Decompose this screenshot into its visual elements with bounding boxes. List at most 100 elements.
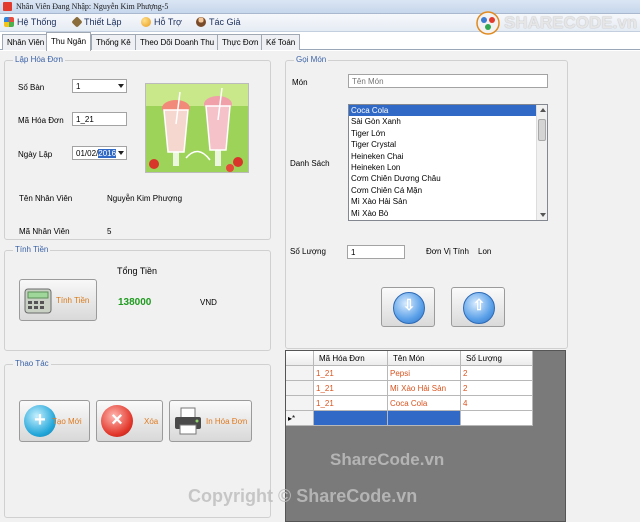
table-cell[interactable] — [461, 411, 533, 425]
total-label: Tổng Tiền — [117, 266, 158, 276]
delete-button[interactable]: × Xóa — [96, 400, 163, 442]
move-up-button[interactable]: ⇧ — [451, 287, 505, 327]
list-item[interactable]: Tiger Crystal — [349, 139, 547, 150]
menu-label: Hệ Thống — [17, 17, 57, 27]
table-cell[interactable]: 2 — [461, 381, 533, 395]
tab-theo-doi-doanh-thu[interactable]: Theo Dõi Doanh Thu — [135, 34, 220, 50]
invoice-group: Lập Hóa Đơn Số Bàn 1 Mã Hóa Đơn 1_21 Ngà… — [4, 55, 271, 240]
new-invoice-button[interactable]: + Tạo Mới — [19, 400, 90, 442]
column-header[interactable]: Tên Món — [388, 351, 461, 365]
close-icon: × — [101, 405, 133, 437]
tab-content-thu-ngan: Lập Hóa Đơn Số Bàn 1 Mã Hóa Đơn 1_21 Ngà… — [0, 51, 640, 522]
list-item[interactable]: Mì Xào Hải Sản — [349, 196, 547, 207]
list-item[interactable]: Cơm Chiên Dương Châu — [349, 173, 547, 184]
person-icon — [196, 17, 206, 27]
menu-tac-gia[interactable]: Tác Giả — [196, 17, 241, 27]
list-item[interactable]: Tiger Lớn — [349, 128, 547, 139]
list-item[interactable]: Mì Xào Bò — [349, 208, 547, 219]
group-title: Gọi Món — [294, 55, 329, 64]
row-header-corner — [286, 351, 314, 365]
new-invoice-label: Tạo Mới — [52, 417, 82, 426]
delete-label: Xóa — [144, 417, 159, 426]
table-cell[interactable]: 1_21 — [314, 366, 388, 380]
scroll-down-icon[interactable] — [540, 213, 546, 217]
row-header[interactable] — [286, 396, 314, 410]
window-title: Nhân Viên Đang Nhập: Nguyễn Kim Phượng-5 — [16, 2, 169, 11]
table-cell[interactable] — [388, 411, 461, 425]
tab-thu-ngan[interactable]: Thu Ngân — [46, 32, 92, 51]
table-cell[interactable]: 4 — [461, 396, 533, 410]
row-header[interactable] — [286, 366, 314, 380]
list-item[interactable]: Coca Cola — [349, 105, 547, 117]
list-item[interactable]: Heineken Lon — [349, 162, 547, 173]
table-row[interactable]: 1_21 Mì Xào Hải Sản 2 — [286, 381, 533, 396]
table-cell[interactable]: Pepsi — [388, 366, 461, 380]
menu-label: Hỗ Trợ — [154, 17, 182, 27]
windows-flag-icon — [4, 17, 14, 27]
sharecode-logo: SHARECODE.vn — [476, 11, 638, 35]
list-item[interactable]: Sài Gòn Xanh — [349, 116, 547, 127]
employee-name-value: Nguyễn Kim Phượng — [107, 194, 183, 203]
dish-search-input[interactable] — [348, 74, 548, 88]
table-row[interactable]: 1_21 Pepsi 2 — [286, 366, 533, 381]
tab-ke-toan[interactable]: Kế Toán — [261, 34, 301, 50]
chevron-down-icon — [118, 151, 124, 155]
tools-icon — [71, 16, 83, 28]
tab-thong-ke[interactable]: Thống Kê — [91, 34, 136, 50]
new-row-marker[interactable]: ▸* — [286, 411, 314, 425]
table-no-select[interactable]: 1 — [72, 79, 127, 93]
calculator-icon — [24, 288, 52, 314]
payment-group: Tính Tiền Tổng Tiền Tính Tiền 138000 VND — [4, 245, 271, 351]
tab-nhan-vien[interactable]: Nhân Viên — [2, 34, 50, 50]
table-cell[interactable]: Mì Xào Hải Sản — [388, 381, 461, 395]
table-cell[interactable]: Coca Cola — [388, 396, 461, 410]
arrow-down-glyph: ⇩ — [402, 297, 416, 314]
menu-he-thong[interactable]: Hệ Thống — [4, 17, 56, 27]
scroll-up-icon[interactable] — [540, 108, 546, 112]
menu-ho-tro[interactable]: Hỗ Trợ — [141, 17, 182, 27]
table-row[interactable]: 1_21 Coca Cola 4 — [286, 396, 533, 411]
calculate-button[interactable]: Tính Tiền — [19, 279, 97, 321]
print-invoice-button[interactable]: In Hóa Đơn — [169, 400, 252, 442]
list-item[interactable]: Heineken Chai — [349, 151, 547, 162]
menu-list-label: Danh Sách — [290, 159, 330, 168]
table-cell[interactable]: 2 — [461, 366, 533, 380]
grid-table: Mã Hóa Đơn Tên Món Số Lượng 1_21 Pepsi 2… — [286, 351, 533, 426]
tab-thuc-don[interactable]: Thực Đơn — [217, 34, 264, 50]
unit-value: Lon — [478, 247, 492, 256]
employee-id-label: Mã Nhân Viên — [19, 227, 70, 236]
invoice-id-field[interactable]: 1_21 — [72, 112, 127, 126]
menu-label: Thiết Lập — [84, 17, 122, 27]
move-down-button[interactable]: ⇩ — [381, 287, 435, 327]
grid-header-row: Mã Hóa Đơn Tên Món Số Lượng — [286, 351, 533, 366]
group-title: Lập Hóa Đơn — [13, 55, 65, 64]
table-cell[interactable] — [314, 411, 388, 425]
list-scrollbar[interactable] — [536, 105, 547, 220]
table-cell[interactable]: 1_21 — [314, 396, 388, 410]
quantity-field[interactable]: 1 — [347, 245, 405, 259]
currency-label: VND — [200, 298, 217, 307]
help-globe-icon — [141, 17, 151, 27]
chevron-down-icon — [118, 84, 124, 88]
menu-list[interactable]: Coca Cola Sài Gòn Xanh Tiger Lớn Tiger C… — [348, 104, 548, 221]
list-item[interactable]: Cơm Chiên Cá Mặn — [349, 185, 547, 196]
watermark-sharecode: ShareCode.vn — [330, 450, 445, 469]
table-no-label: Số Bàn — [18, 83, 45, 92]
app-icon — [3, 2, 12, 11]
new-table-row[interactable]: ▸* — [286, 411, 533, 426]
column-header[interactable]: Mã Hóa Đơn — [314, 351, 388, 365]
scroll-thumb[interactable] — [538, 119, 546, 141]
row-header[interactable] — [286, 381, 314, 395]
table-cell[interactable]: 1_21 — [314, 381, 388, 395]
arrow-up-glyph: ⇧ — [472, 297, 486, 314]
sharecode-logo-icon — [476, 11, 500, 35]
column-header[interactable]: Số Lượng — [461, 351, 533, 365]
dish-label: Món — [292, 78, 308, 87]
date-picker[interactable]: 01/02/2016 — [72, 146, 127, 160]
date-prefix: 01/02/ — [76, 149, 99, 158]
menu-thiet-lap[interactable]: Thiết Lập — [71, 16, 122, 28]
unit-label: Đơn Vị Tính — [426, 247, 469, 256]
table-no-value: 1 — [76, 82, 81, 91]
employee-name-label: Tên Nhân Viên — [19, 194, 73, 203]
printer-icon — [175, 407, 201, 435]
